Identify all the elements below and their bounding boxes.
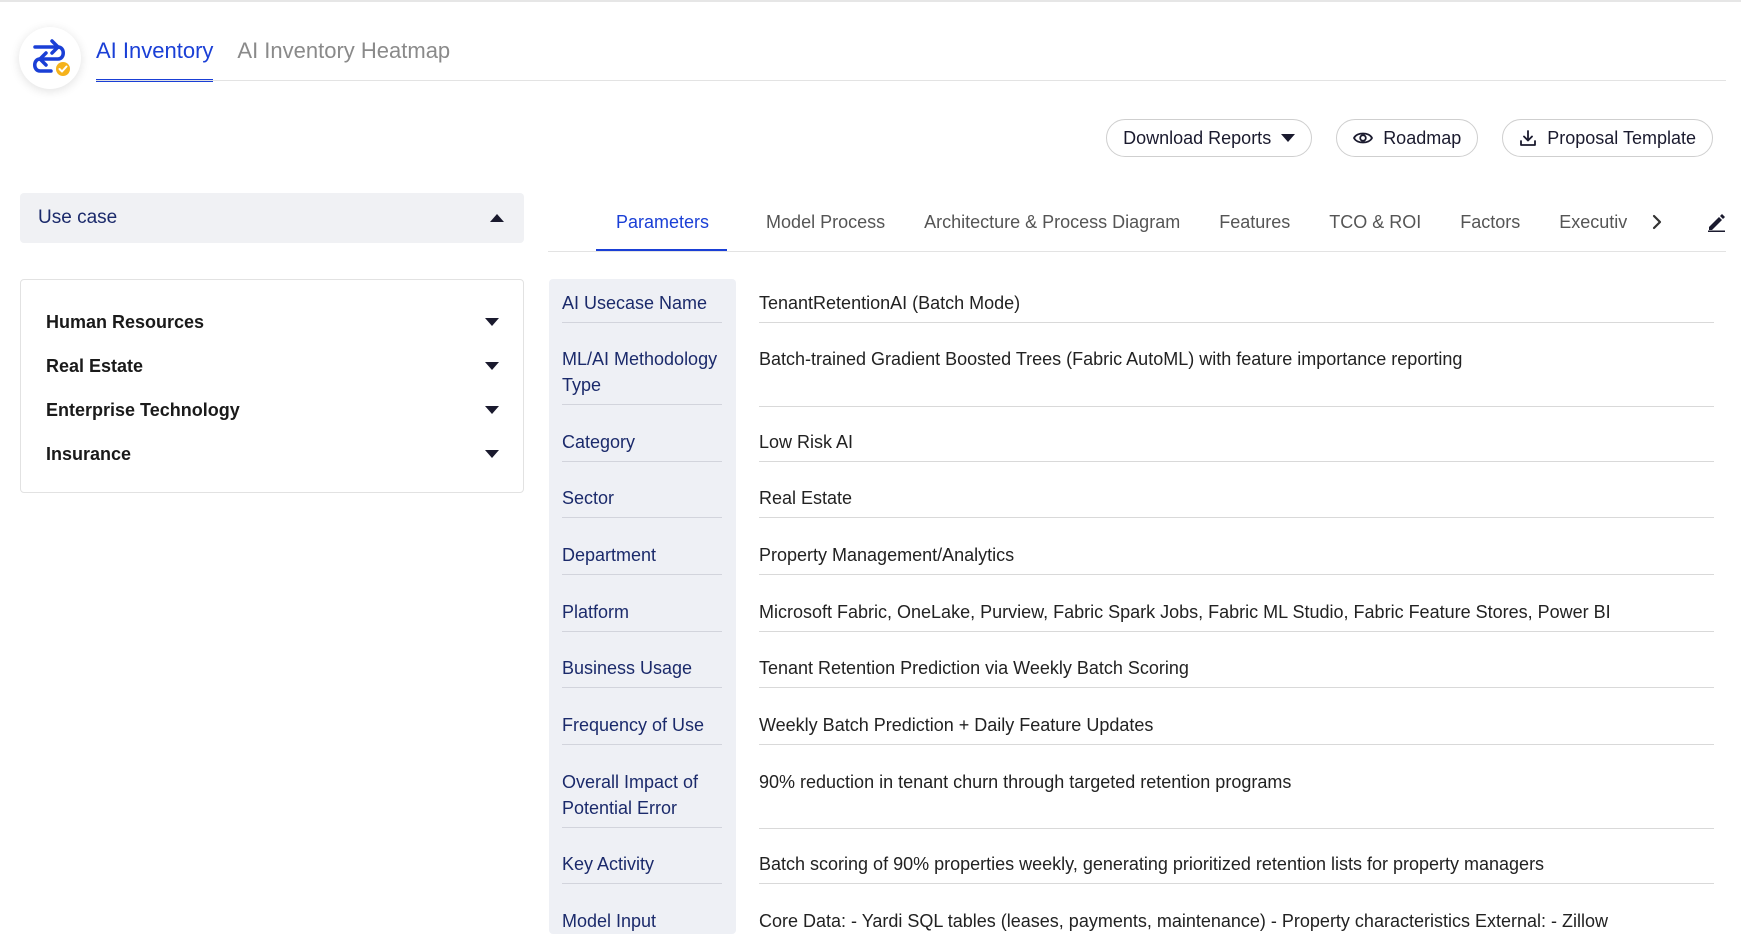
tabs-divider bbox=[548, 251, 1726, 252]
roadmap-label: Roadmap bbox=[1383, 127, 1462, 148]
toolbar-actions: Download Reports Roadmap Proposal Templa… bbox=[1106, 119, 1713, 157]
download-icon bbox=[1520, 130, 1537, 146]
tab-ai-inventory-heatmap[interactable]: AI Inventory Heatmap bbox=[237, 38, 450, 82]
param-label: Frequency of Use bbox=[562, 712, 722, 745]
header-divider bbox=[96, 80, 1726, 81]
download-reports-label: Download Reports bbox=[1123, 127, 1272, 148]
download-reports-button[interactable]: Download Reports bbox=[1106, 119, 1313, 157]
main-tabs: AI Inventory AI Inventory Heatmap bbox=[96, 38, 450, 82]
param-label: Sector bbox=[562, 485, 722, 518]
param-value: Tenant Retention Prediction via Weekly B… bbox=[759, 655, 1714, 688]
param-value: TenantRetentionAI (Batch Mode) bbox=[759, 290, 1714, 323]
tab-factors[interactable]: Factors bbox=[1460, 205, 1520, 252]
param-value: Weekly Batch Prediction + Daily Feature … bbox=[759, 712, 1714, 745]
sector-label: Insurance bbox=[46, 443, 132, 464]
sector-label: Real Estate bbox=[46, 355, 144, 376]
proposal-template-label: Proposal Template bbox=[1547, 127, 1696, 148]
param-value: Batch-trained Gradient Boosted Trees (Fa… bbox=[759, 346, 1714, 407]
app-logo[interactable] bbox=[19, 27, 81, 89]
param-value: 90% reduction in tenant churn through ta… bbox=[759, 769, 1714, 829]
param-label: Category bbox=[562, 429, 722, 462]
tab-features[interactable]: Features bbox=[1219, 205, 1290, 252]
proposal-template-button[interactable]: Proposal Template bbox=[1502, 119, 1713, 157]
caret-up-icon bbox=[490, 214, 504, 222]
tab-parameters[interactable]: Parameters bbox=[596, 205, 728, 252]
param-value: Batch scoring of 90% properties weekly, … bbox=[759, 851, 1714, 884]
param-label: ML/AI Methodology Type bbox=[562, 346, 722, 405]
eye-icon bbox=[1353, 132, 1374, 144]
caret-down-icon bbox=[485, 362, 499, 370]
param-value: Real Estate bbox=[759, 485, 1714, 518]
param-label: Business Usage bbox=[562, 655, 722, 688]
pencil-icon[interactable] bbox=[1706, 212, 1726, 237]
param-value: Core Data: - Yardi SQL tables (leases, p… bbox=[759, 911, 1608, 931]
sync-arrows-check-icon bbox=[33, 39, 70, 76]
roadmap-button[interactable]: Roadmap bbox=[1336, 119, 1479, 157]
detail-tabs: Parameters Model Process Architecture & … bbox=[596, 205, 1726, 252]
tab-architecture-process-diagram[interactable]: Architecture & Process Diagram bbox=[924, 205, 1180, 252]
param-label: Overall Impact of Potential Error bbox=[562, 769, 722, 828]
caret-down-icon bbox=[485, 450, 499, 458]
param-label: Department bbox=[562, 542, 722, 575]
top-border bbox=[0, 0, 1741, 2]
param-label: Platform bbox=[562, 599, 722, 632]
sector-item-enterprise-technology[interactable]: Enterprise Technology bbox=[46, 388, 499, 432]
param-value: Low Risk AI bbox=[759, 429, 1714, 462]
sector-item-insurance[interactable]: Insurance bbox=[46, 432, 499, 476]
sector-item-human-resources[interactable]: Human Resources bbox=[46, 300, 499, 344]
caret-down-icon bbox=[485, 318, 499, 326]
sector-label: Human Resources bbox=[46, 311, 205, 332]
caret-down-icon bbox=[485, 406, 499, 414]
param-value: Microsoft Fabric, OneLake, Purview, Fabr… bbox=[759, 599, 1714, 632]
tab-ai-inventory[interactable]: AI Inventory bbox=[96, 38, 214, 82]
usecase-label: Use case bbox=[38, 207, 118, 228]
chevron-right-icon[interactable] bbox=[1650, 212, 1664, 238]
sector-item-real-estate[interactable]: Real Estate bbox=[46, 344, 499, 388]
tab-executive[interactable]: Executive bbox=[1559, 205, 1627, 252]
param-label: AI Usecase Name bbox=[562, 290, 722, 323]
sector-list: Human Resources Real Estate Enterprise T… bbox=[20, 279, 524, 493]
sector-label: Enterprise Technology bbox=[46, 399, 240, 420]
tab-tco-roi[interactable]: TCO & ROI bbox=[1329, 205, 1421, 252]
param-label: Model Input bbox=[562, 911, 657, 931]
tab-model-process[interactable]: Model Process bbox=[766, 205, 885, 252]
param-label: Key Activity bbox=[562, 851, 722, 884]
usecase-dropdown[interactable]: Use case bbox=[20, 193, 524, 243]
caret-down-icon bbox=[1281, 134, 1296, 142]
param-value: Property Management/Analytics bbox=[759, 542, 1714, 575]
